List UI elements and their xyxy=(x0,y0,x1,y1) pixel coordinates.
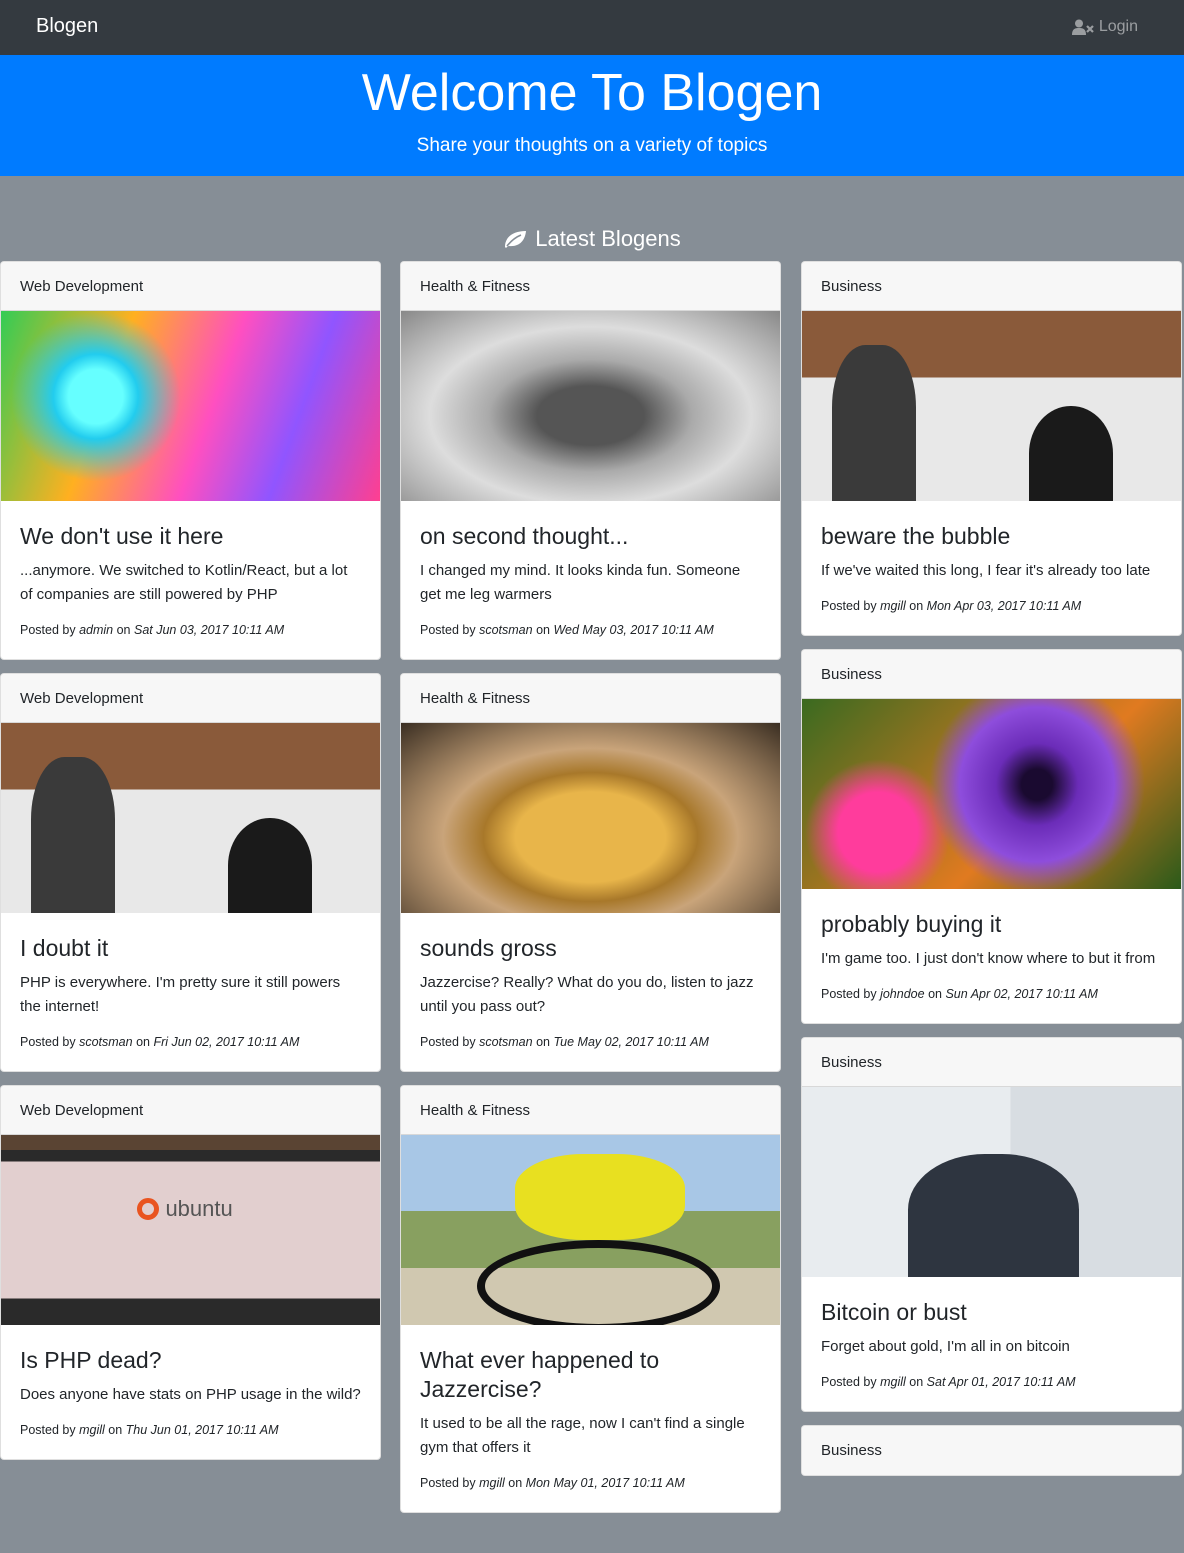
post-author: mgill xyxy=(880,1375,906,1389)
column-3: Business beware the bubble If we've wait… xyxy=(801,261,1182,1476)
post-card[interactable]: Health & Fitness sounds gross Jazzercise… xyxy=(400,673,781,1072)
post-author: mgill xyxy=(880,599,906,613)
card-category: Health & Fitness xyxy=(401,674,780,723)
post-card[interactable]: Web Development I doubt it PHP is everyw… xyxy=(0,673,381,1072)
card-category: Health & Fitness xyxy=(401,1086,780,1135)
post-excerpt: Does anyone have stats on PHP usage in t… xyxy=(20,1386,361,1403)
post-card[interactable]: Business Bitcoin or bust Forget about go… xyxy=(801,1037,1182,1412)
post-author: admin xyxy=(79,623,114,637)
post-excerpt: ...anymore. We switched to Kotlin/React,… xyxy=(20,562,348,603)
post-image xyxy=(802,311,1181,501)
post-author: scotsman xyxy=(479,623,533,637)
post-card[interactable]: Business beware the bubble If we've wait… xyxy=(801,261,1182,636)
post-author: scotsman xyxy=(79,1035,133,1049)
section-title: Latest Blogens xyxy=(0,226,1184,252)
post-meta: Posted by admin on Sat Jun 03, 2017 10:1… xyxy=(20,623,285,637)
post-card[interactable]: Web Development ubuntu Is PHP dead? Does… xyxy=(0,1085,381,1460)
post-meta: Posted by mgill on Mon May 01, 2017 10:1… xyxy=(420,1476,685,1490)
post-author: johndoe xyxy=(880,987,925,1001)
post-author: mgill xyxy=(479,1476,505,1490)
hero-title: Welcome To Blogen xyxy=(361,64,823,122)
card-category: Health & Fitness xyxy=(401,262,780,311)
hero-subtitle: Share your thoughts on a variety of topi… xyxy=(416,135,768,156)
column-1: Web Development We don't use it here ...… xyxy=(0,261,381,1460)
post-date: Thu Jun 01, 2017 10:11 AM xyxy=(125,1423,279,1437)
post-author: scotsman xyxy=(479,1035,533,1049)
post-date: Fri Jun 02, 2017 10:11 AM xyxy=(153,1035,300,1049)
card-category: Business xyxy=(802,262,1181,311)
post-title[interactable]: Bitcoin or bust xyxy=(821,1298,1162,1327)
card-category: Business xyxy=(802,650,1181,699)
post-title[interactable]: on second thought... xyxy=(420,522,761,551)
post-meta: Posted by mgill on Thu Jun 01, 2017 10:1… xyxy=(20,1423,279,1437)
post-image xyxy=(802,1087,1181,1277)
post-title[interactable]: What ever happened to Jazzercise? xyxy=(420,1346,761,1404)
post-image: ubuntu xyxy=(1,1135,380,1325)
post-card[interactable]: Web Development We don't use it here ...… xyxy=(0,261,381,660)
card-category: Web Development xyxy=(1,262,380,311)
post-image xyxy=(401,1135,780,1325)
post-meta: Posted by scotsman on Wed May 03, 2017 1… xyxy=(420,623,714,637)
post-meta: Posted by mgill on Mon Apr 03, 2017 10:1… xyxy=(821,599,1082,613)
post-author: mgill xyxy=(79,1423,105,1437)
card-category: Web Development xyxy=(1,674,380,723)
post-meta: Posted by scotsman on Tue May 02, 2017 1… xyxy=(420,1035,709,1049)
post-title[interactable]: probably buying it xyxy=(821,910,1162,939)
post-title[interactable]: I doubt it xyxy=(20,934,361,963)
post-date: Mon Apr 03, 2017 10:11 AM xyxy=(926,599,1082,613)
post-card[interactable]: Business xyxy=(801,1425,1182,1476)
post-date: Tue May 02, 2017 10:11 AM xyxy=(553,1035,709,1049)
post-date: Sun Apr 02, 2017 10:11 AM xyxy=(945,987,1098,1001)
post-date: Wed May 03, 2017 10:11 AM xyxy=(553,623,714,637)
post-image xyxy=(1,311,380,501)
post-excerpt: Jazzercise? Really? What do you do, list… xyxy=(420,974,754,1015)
hero-header: Welcome To Blogen Share your thoughts on… xyxy=(0,55,1184,176)
post-meta: Posted by johndoe on Sun Apr 02, 2017 10… xyxy=(821,987,1098,1001)
post-title[interactable]: We don't use it here xyxy=(20,522,361,551)
post-title[interactable]: beware the bubble xyxy=(821,522,1162,551)
post-meta: Posted by mgill on Sat Apr 01, 2017 10:1… xyxy=(821,1375,1076,1389)
card-category: Business xyxy=(802,1038,1181,1087)
login-label: Login xyxy=(1098,18,1138,35)
post-date: Mon May 01, 2017 10:11 AM xyxy=(525,1476,685,1490)
post-image xyxy=(401,311,780,501)
column-2: Health & Fitness on second thought... I … xyxy=(400,261,781,1513)
post-title[interactable]: Is PHP dead? xyxy=(20,1346,361,1375)
leaf-icon xyxy=(505,231,527,248)
user-times-icon xyxy=(1071,19,1094,35)
post-card[interactable]: Health & Fitness What ever happened to J… xyxy=(400,1085,781,1513)
ubuntu-logo: ubuntu xyxy=(137,1196,233,1222)
post-card[interactable]: Business probably buying it I'm game too… xyxy=(801,649,1182,1024)
card-category: Business xyxy=(802,1426,1181,1475)
post-meta: Posted by scotsman on Fri Jun 02, 2017 1… xyxy=(20,1035,300,1049)
login-link[interactable]: Login xyxy=(1071,18,1138,36)
post-excerpt: If we've waited this long, I fear it's a… xyxy=(821,562,1151,579)
card-category: Web Development xyxy=(1,1086,380,1135)
post-excerpt: PHP is everywhere. I'm pretty sure it st… xyxy=(20,974,341,1015)
post-image xyxy=(1,723,380,913)
post-excerpt: I changed my mind. It looks kinda fun. S… xyxy=(420,562,741,603)
post-image xyxy=(802,699,1181,889)
brand-link[interactable]: Blogen xyxy=(36,15,98,38)
post-excerpt: Forget about gold, I'm all in on bitcoin xyxy=(821,1338,1070,1355)
post-image xyxy=(401,723,780,913)
post-title[interactable]: sounds gross xyxy=(420,934,761,963)
navbar: Blogen Login xyxy=(0,0,1184,55)
section-title-text: Latest Blogens xyxy=(535,226,681,251)
post-excerpt: It used to be all the rage, now I can't … xyxy=(420,1415,745,1456)
post-excerpt: I'm game too. I just don't know where to… xyxy=(821,950,1156,967)
post-date: Sat Jun 03, 2017 10:11 AM xyxy=(134,623,285,637)
post-date: Sat Apr 01, 2017 10:11 AM xyxy=(926,1375,1076,1389)
post-card[interactable]: Health & Fitness on second thought... I … xyxy=(400,261,781,660)
